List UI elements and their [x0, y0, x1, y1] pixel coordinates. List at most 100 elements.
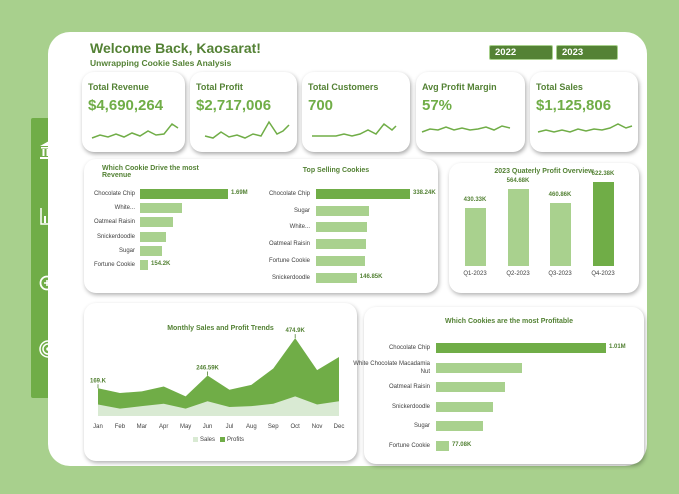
bar: [436, 401, 494, 412]
x-tick-label: Q2-2023: [506, 271, 530, 277]
bar: [465, 207, 486, 266]
sparkline: [537, 123, 633, 133]
kpi-total-profit: Total Profit $2,717,006: [190, 72, 297, 152]
data-label: 460.86K: [548, 192, 572, 199]
revenue-chart-title: Which Cookie Drive the most Revenue: [102, 165, 199, 179]
bar-label: Fortune Cookie: [93, 262, 135, 268]
bar-label: Oatmeal Raisin: [93, 219, 135, 226]
legend-sales: Sales: [200, 437, 216, 444]
bar-label: White...: [114, 205, 135, 212]
x-tick-label: Q1-2023: [463, 271, 487, 277]
bar-label: Chocolate Chip: [93, 191, 135, 197]
bar: [436, 421, 484, 431]
bar: [593, 181, 614, 266]
sparkline: [312, 122, 397, 137]
bar: [316, 272, 357, 283]
page-title: Welcome Back, Kaosarat!: [90, 40, 261, 56]
x-tick-label: Jan: [93, 424, 103, 430]
bar: [316, 255, 366, 266]
page-subtitle: Unwrapping Cookie Sales Analysis: [90, 58, 232, 68]
data-label: 622.38K: [591, 170, 615, 177]
bar: [140, 189, 228, 199]
x-tick-label: Mar: [137, 424, 147, 430]
x-tick-label: Oct: [291, 424, 301, 430]
x-tick-label: May: [180, 424, 191, 430]
bar-label: Oatmeal Raisin: [388, 384, 430, 390]
bar-label: Chocolate Chip: [388, 345, 430, 351]
year-filter-2023[interactable]: 2023: [556, 45, 618, 60]
sparkline: [421, 125, 511, 133]
data-label: 77.08K: [451, 441, 472, 448]
legend-swatch-profits: [220, 437, 226, 442]
bar: [140, 217, 174, 228]
legend-profits: Profits: [227, 437, 245, 444]
monthly-legend: Sales Profits: [193, 437, 244, 443]
x-tick-label: Feb: [115, 424, 126, 430]
kpi-value: $1,125,806: [536, 97, 612, 114]
data-label: 154.2K: [151, 261, 171, 267]
x-tick-label: Q3-2023: [548, 271, 572, 277]
bar-label: Sugar: [118, 247, 135, 254]
data-label: 1.01M: [609, 344, 626, 350]
x-tick-label: Nov: [312, 424, 323, 430]
bar-label: White...: [289, 224, 310, 231]
bar: [508, 189, 529, 266]
bar-label: Sugar: [293, 207, 310, 214]
kpi-value: 57%: [422, 97, 453, 114]
bar: [316, 205, 369, 216]
bar: [316, 189, 410, 199]
kpi-total-revenue: Total Revenue $4,690,264: [82, 72, 185, 152]
bar-label: Snickerdoodle: [271, 274, 310, 281]
x-tick-label: Apr: [159, 424, 168, 430]
kpi-value: 700: [308, 97, 334, 114]
bar: [316, 222, 368, 233]
year-filter-2022[interactable]: 2022: [489, 45, 553, 60]
bar-label: Snickerdoodle: [391, 403, 430, 410]
x-tick-label: Jun: [203, 424, 213, 430]
sparkline: [91, 122, 179, 139]
bar: [140, 245, 162, 256]
bar-label: Snickerdoodle: [96, 233, 135, 240]
data-label: 246.59K: [196, 366, 219, 372]
bar: [140, 260, 149, 270]
kpi-label: Total Revenue: [88, 82, 149, 92]
bar-label: White Chocolate Macadamia Nut: [353, 360, 430, 375]
kpi-label: Avg Profit Margin: [422, 82, 497, 92]
bar-label: Sugar: [413, 423, 430, 429]
x-tick-label: Q4-2023: [591, 271, 615, 277]
kpi-label: Total Sales: [536, 82, 583, 92]
bar: [140, 231, 166, 242]
x-tick-label: Dec: [334, 424, 345, 430]
bar: [316, 239, 367, 250]
bar: [436, 440, 449, 451]
bar-label: Fortune Cookie: [268, 257, 310, 264]
bar: [436, 343, 606, 353]
x-tick-label: Aug: [246, 424, 257, 430]
bar-label: Fortune Cookie: [388, 442, 430, 449]
bar: [140, 203, 182, 214]
x-tick-label: Jul: [226, 424, 234, 430]
data-label: 169.K: [90, 378, 107, 384]
profitable-chart-title: Which Cookies are the most Profitable: [445, 318, 573, 325]
kpi-avg-profit-margin: Avg Profit Margin 57%: [416, 72, 525, 152]
data-label: 338.24K: [413, 190, 436, 196]
legend-swatch-sales: [193, 437, 198, 442]
x-tick-label: Sep: [268, 424, 279, 430]
kpi-value: $4,690,264: [88, 97, 164, 114]
data-label: 430.33K: [463, 196, 487, 203]
bar: [436, 382, 505, 392]
sparkline: [204, 120, 290, 139]
data-label: 564.68K: [506, 178, 530, 185]
data-label: 146.85K: [359, 273, 383, 280]
bar: [436, 362, 522, 373]
data-label: 474.9K: [286, 328, 306, 334]
bar-label: Chocolate Chip: [268, 191, 310, 197]
kpi-label: Total Customers: [308, 82, 379, 92]
bar-label: Oatmeal Raisin: [268, 241, 310, 248]
kpi-total-sales: Total Sales $1,125,806: [530, 72, 638, 152]
kpi-total-customers: Total Customers 700: [302, 72, 410, 152]
kpi-label: Total Profit: [196, 82, 243, 92]
top-selling-chart-title: Top Selling Cookies: [302, 167, 370, 174]
bar: [550, 203, 571, 266]
data-label: 1.69M: [231, 190, 248, 196]
